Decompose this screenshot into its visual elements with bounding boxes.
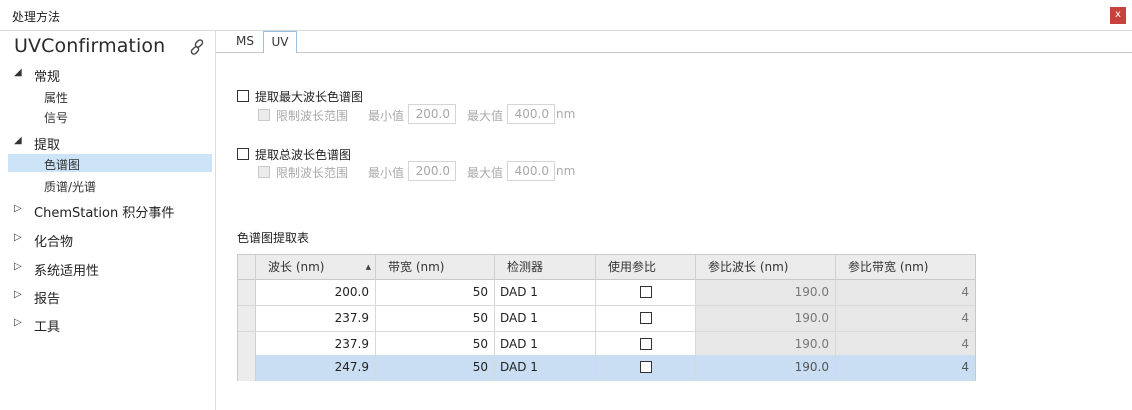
tree-item-signals[interactable]: 信号 [8,107,212,125]
extraction-table-title: 色谱图提取表 [237,231,310,245]
collapsed-arrow-icon[interactable]: ▷ [14,203,22,214]
expanded-arrow-icon[interactable]: ◢ [14,135,22,146]
table-cell-wavelength[interactable]: 247.9 [256,355,376,381]
extraction-table: 波长 (nm) ▲ 带宽 (nm) 检测器 使用参比 参比波长 (nm) 参比带… [237,254,976,381]
max-min-label: 最小值 [368,109,405,123]
table-cell-ref-bandwidth: 4 [836,355,975,381]
column-header-wavelength[interactable]: 波长 (nm) ▲ [256,255,376,280]
column-header-bandwidth[interactable]: 带宽 (nm) [376,255,495,280]
max-unit-label: nm [556,107,576,121]
collapsed-arrow-icon[interactable]: ▷ [14,232,22,243]
window-title: 处理方法 [12,10,61,24]
max-min-value-input[interactable]: 200.0 [408,104,456,124]
table-cell-use-reference [596,280,696,306]
method-name: UVConfirmation [14,35,166,57]
table-cell-bandwidth[interactable]: 50 [376,355,495,381]
table-cell-ref-wavelength: 190.0 [696,280,836,306]
table-cell-ref-bandwidth: 4 [836,280,975,306]
total-unit-label: nm [556,164,576,178]
table-cell-ref-wavelength: 190.0 [696,355,836,381]
column-header-ref-bandwidth[interactable]: 参比带宽 (nm) [836,255,975,280]
column-header-label: 波长 (nm) [268,260,325,274]
tree-item-suitability[interactable]: ▷ 系统适用性 [0,258,215,279]
total-max-label: 最大值 [467,166,504,180]
tree-item-properties[interactable]: 属性 [8,87,212,105]
tab-active-gap [264,52,296,53]
table-cell-detector[interactable]: DAD 1 [495,355,596,381]
total-limit-range-checkbox[interactable] [258,166,270,178]
column-header-label: 参比带宽 (nm) [848,260,929,274]
link-icon[interactable] [188,38,206,56]
table-cell-detector[interactable]: DAD 1 [495,306,596,332]
expanded-arrow-icon[interactable]: ◢ [14,67,22,78]
tab-uv[interactable]: UV [263,31,297,53]
title-bar: 处理方法 x [0,0,1132,31]
table-cell-bandwidth[interactable]: 50 [376,306,495,332]
max-limit-range-label: 限制波长范围 [276,109,349,123]
use-reference-checkbox[interactable] [640,286,652,298]
tree-item-general[interactable]: ◢ 常规 [0,64,215,85]
use-reference-checkbox[interactable] [640,338,652,350]
max-max-value-input[interactable]: 400.0 [507,104,555,124]
table-cell-bandwidth[interactable]: 50 [376,280,495,306]
use-reference-checkbox[interactable] [640,361,652,373]
table-cell-wavelength[interactable]: 237.9 [256,306,376,332]
column-header-use-reference[interactable]: 使用参比 [596,255,696,280]
extract-total-wavelength-checkbox[interactable] [237,148,249,160]
column-header-detector[interactable]: 检测器 [495,255,596,280]
sort-ascending-icon: ▲ [365,263,371,271]
table-cell-ref-wavelength: 190.0 [696,306,836,332]
close-button[interactable]: x [1110,7,1126,24]
total-min-label: 最小值 [368,166,405,180]
tab-ms[interactable]: MS [230,31,260,53]
tree-item-tools[interactable]: ▷ 工具 [0,314,215,335]
table-cell-detector[interactable]: DAD 1 [495,280,596,306]
row-header[interactable] [238,306,256,332]
column-header-ref-wavelength[interactable]: 参比波长 (nm) [696,255,836,280]
tree-item-compounds[interactable]: ▷ 化合物 [0,229,215,250]
extract-total-wavelength-label: 提取总波长色谱图 [255,148,352,162]
column-header-label: 检测器 [507,260,544,274]
tree-item-report[interactable]: ▷ 报告 [0,286,215,307]
table-cell-wavelength[interactable]: 200.0 [256,280,376,306]
column-header-label: 参比波长 (nm) [708,260,789,274]
row-header[interactable] [238,280,256,306]
row-header[interactable] [238,355,256,381]
total-max-value-input[interactable]: 400.0 [507,161,555,181]
total-min-value-input[interactable]: 200.0 [408,161,456,181]
collapsed-arrow-icon[interactable]: ▷ [14,289,22,300]
tab-divider [216,52,1132,53]
tree-item-chemstation[interactable]: ▷ ChemStation 积分事件 [0,200,215,221]
tree-item-mass-spectra[interactable]: 质谱/光谱 [8,176,212,194]
max-max-label: 最大值 [467,109,504,123]
table-cell-use-reference [596,306,696,332]
use-reference-checkbox[interactable] [640,312,652,324]
table-cell-ref-bandwidth: 4 [836,306,975,332]
max-limit-range-checkbox[interactable] [258,109,270,121]
tree-item-extract[interactable]: ◢ 提取 [0,132,215,153]
column-header-label: 使用参比 [608,260,657,274]
table-cell-use-reference [596,355,696,381]
tree-item-chromatogram[interactable]: 色谱图 [8,154,212,172]
collapsed-arrow-icon[interactable]: ▷ [14,261,22,272]
navigation-panel: UVConfirmation ◢ 常规 属性 信号 ◢ 提取 色谱图 质谱/光谱… [0,31,216,410]
column-header-label: 带宽 (nm) [388,260,445,274]
total-limit-range-label: 限制波长范围 [276,166,349,180]
extract-max-wavelength-label: 提取最大波长色谱图 [255,90,364,104]
collapsed-arrow-icon[interactable]: ▷ [14,317,22,328]
table-corner [238,255,256,280]
extract-max-wavelength-checkbox[interactable] [237,90,249,102]
